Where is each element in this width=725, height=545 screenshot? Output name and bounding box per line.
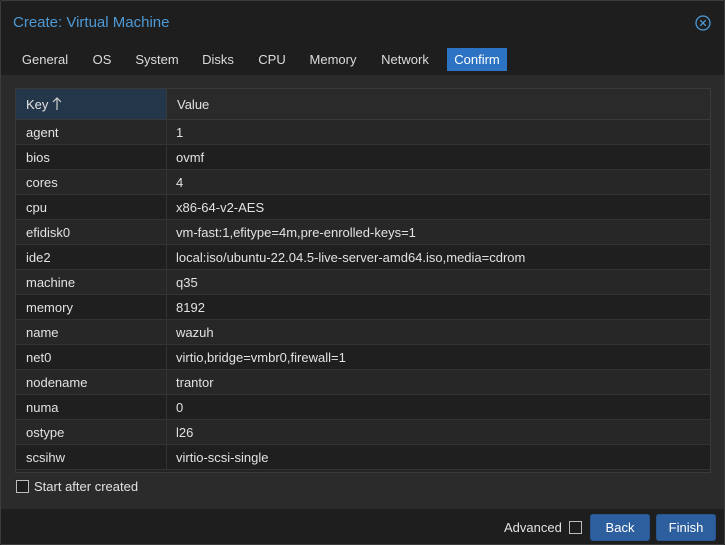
row-key: efidisk0	[26, 225, 71, 240]
table-row[interactable]: memory 8192	[16, 295, 710, 320]
advanced-label[interactable]: Advanced	[504, 520, 562, 535]
row-key: machine	[26, 275, 76, 290]
row-key: numa	[26, 400, 59, 415]
tab-system[interactable]: System	[129, 48, 185, 71]
table-row[interactable]: bios ovmf	[16, 145, 710, 170]
wizard-tabs: General OS System Disks CPU Memory Netwo…	[1, 45, 724, 75]
row-key-cell: cpu	[16, 195, 167, 219]
row-key-cell: memory	[16, 295, 167, 319]
column-header-value[interactable]: Value	[167, 89, 710, 119]
table-row[interactable]: efidisk0 vm-fast:1,efitype=4m,pre-enroll…	[16, 220, 710, 245]
tab-general[interactable]: General	[15, 48, 75, 71]
arrow-up-icon	[52, 97, 62, 114]
row-key-cell: machine	[16, 270, 167, 294]
table-row[interactable]: machine q35	[16, 270, 710, 295]
table-row[interactable]: ide2 local:iso/ubuntu-22.04.5-live-serve…	[16, 245, 710, 270]
table-row[interactable]: scsihw virtio-scsi-single	[16, 445, 710, 470]
row-key-cell: scsihw	[16, 445, 167, 469]
row-key: agent	[26, 125, 59, 140]
row-key: name	[26, 325, 59, 340]
row-key: ide2	[26, 250, 51, 265]
row-key: ostype	[26, 425, 65, 440]
grid-header: Key Value	[16, 89, 710, 120]
row-value: trantor	[176, 375, 214, 390]
tab-disks[interactable]: Disks	[195, 48, 241, 71]
back-button[interactable]: Back	[590, 514, 650, 541]
row-value: ovmf	[176, 150, 205, 165]
row-key-cell: efidisk0	[16, 220, 167, 244]
create-vm-dialog: Create: Virtual Machine General OS Syste…	[0, 0, 725, 545]
row-value: vm-fast:1,efitype=4m,pre-enrolled-keys=1	[176, 225, 416, 240]
row-value: q35	[176, 275, 198, 290]
table-row[interactable]: cpu x86-64-v2-AES	[16, 195, 710, 220]
row-value: 1	[176, 125, 184, 140]
row-key-cell: net0	[16, 345, 167, 369]
row-value: l26	[176, 425, 194, 440]
column-header-key[interactable]: Key	[16, 89, 167, 119]
row-key-cell: agent	[16, 120, 167, 144]
table-row[interactable]: net0 virtio,bridge=vmbr0,firewall=1	[16, 345, 710, 370]
row-value: virtio,bridge=vmbr0,firewall=1	[176, 350, 346, 365]
tab-memory[interactable]: Memory	[303, 48, 363, 71]
start-after-created-label[interactable]: Start after created	[34, 479, 138, 494]
row-key: bios	[26, 150, 50, 165]
row-value: 8192	[176, 300, 205, 315]
row-key: memory	[26, 300, 73, 315]
dialog-footer: Advanced Back Finish	[1, 509, 724, 544]
row-key: cpu	[26, 200, 47, 215]
confirm-summary-grid: Key Value agent 1 bios ovmf cores 4 cpu …	[15, 88, 711, 473]
row-key-cell: cores	[16, 170, 167, 194]
tab-os[interactable]: OS	[85, 48, 119, 71]
dialog-title: Create: Virtual Machine	[13, 14, 170, 31]
table-row[interactable]: name wazuh	[16, 320, 710, 345]
row-key-cell: bios	[16, 145, 167, 169]
row-value: 4	[176, 175, 184, 190]
row-key-cell: ostype	[16, 420, 167, 444]
column-header-value-label: Value	[177, 97, 210, 112]
start-after-created-checkbox[interactable]	[16, 480, 29, 493]
finish-button[interactable]: Finish	[656, 514, 716, 541]
advanced-checkbox[interactable]	[569, 521, 582, 534]
row-value: wazuh	[176, 325, 214, 340]
table-row[interactable]: agent 1	[16, 120, 710, 145]
row-key: scsihw	[26, 450, 66, 465]
row-value: x86-64-v2-AES	[176, 200, 265, 215]
close-circle-icon[interactable]	[695, 15, 711, 31]
row-key-cell: numa	[16, 395, 167, 419]
table-row[interactable]: numa 0	[16, 395, 710, 420]
row-key: nodename	[26, 375, 88, 390]
table-row[interactable]: cores 4	[16, 170, 710, 195]
row-value: 0	[176, 400, 184, 415]
row-key: cores	[26, 175, 58, 190]
row-key-cell: nodename	[16, 370, 167, 394]
tab-network[interactable]: Network	[373, 48, 437, 71]
row-value: virtio-scsi-single	[176, 450, 269, 465]
tab-confirm[interactable]: Confirm	[447, 48, 507, 71]
column-header-key-label: Key	[26, 97, 49, 112]
row-value: local:iso/ubuntu-22.04.5-live-server-amd…	[176, 250, 526, 265]
row-key-cell: ide2	[16, 245, 167, 269]
table-row[interactable]: ostype l26	[16, 420, 710, 445]
table-row[interactable]: nodename trantor	[16, 370, 710, 395]
row-key: net0	[26, 350, 52, 365]
dialog-titlebar: Create: Virtual Machine	[1, 1, 724, 45]
tab-cpu[interactable]: CPU	[251, 48, 293, 71]
row-key-cell: name	[16, 320, 167, 344]
